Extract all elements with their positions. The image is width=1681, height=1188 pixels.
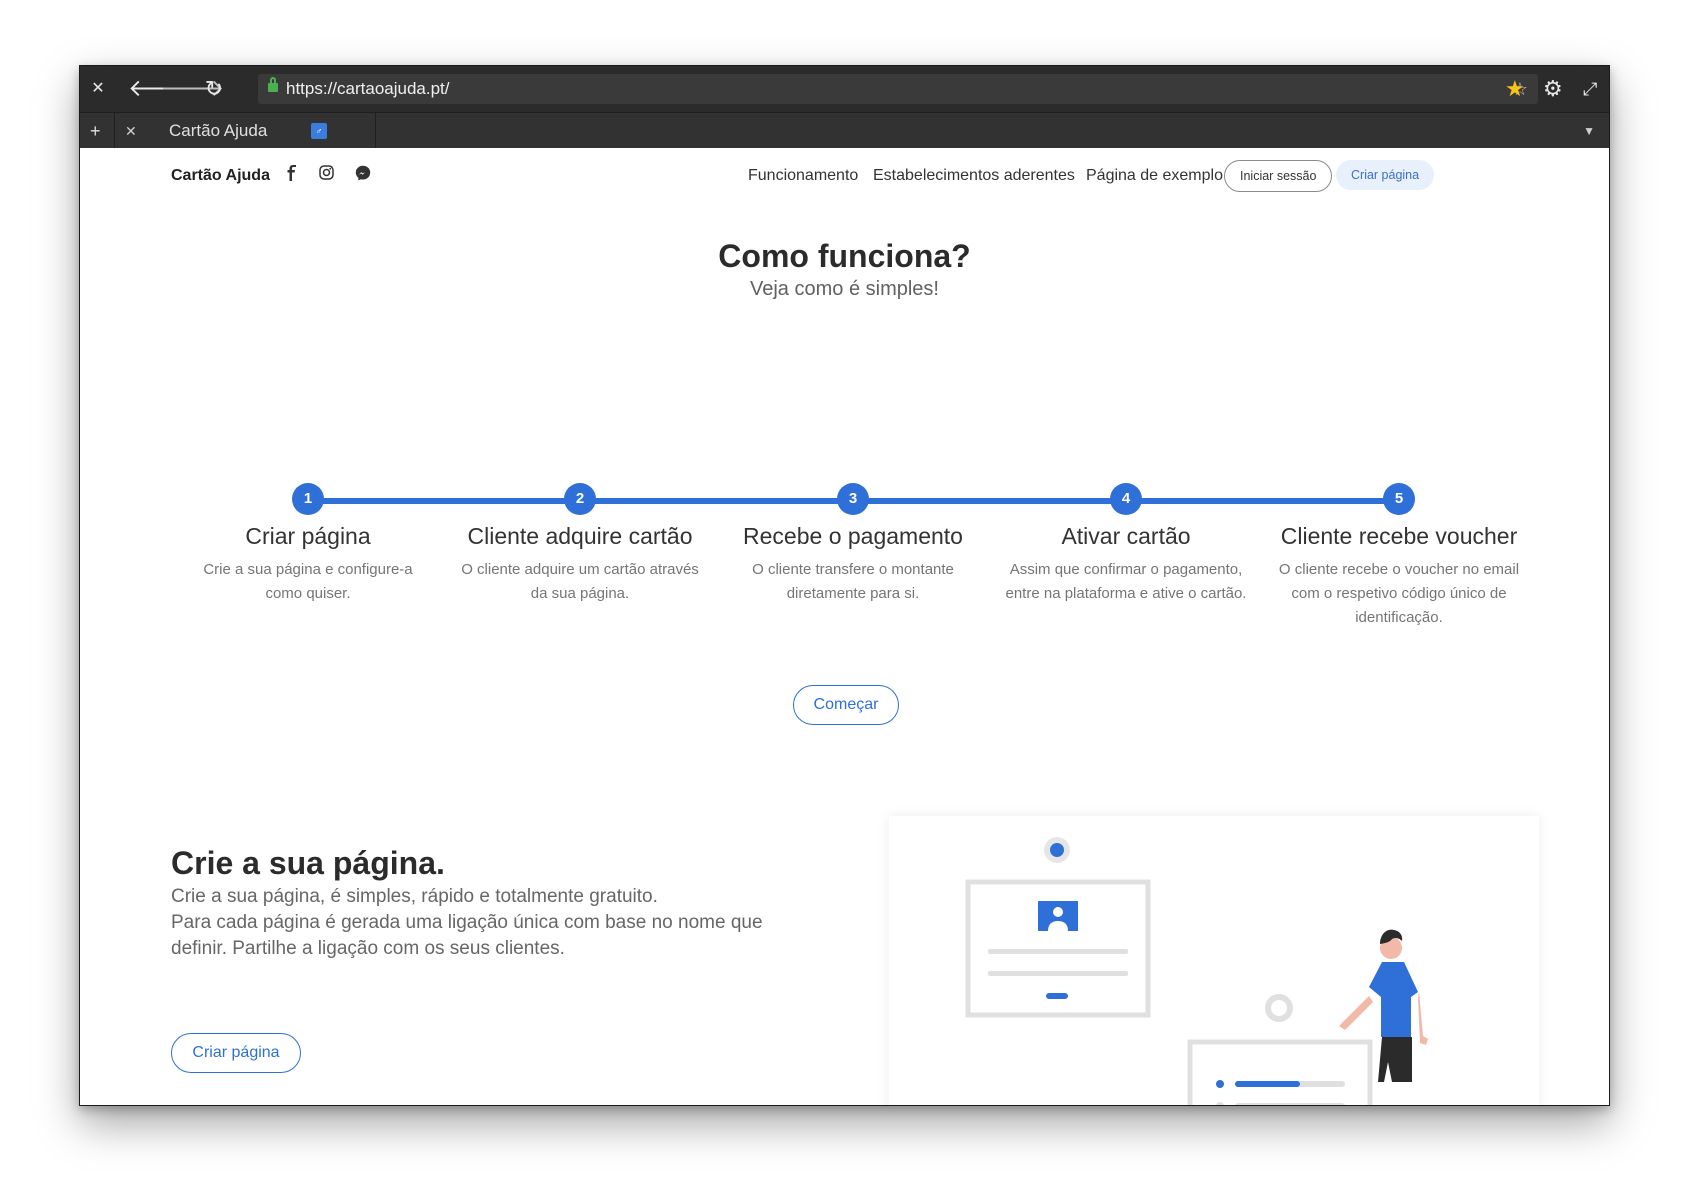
login-button[interactable]: Iniciar sessão <box>1224 160 1333 192</box>
reload-icon[interactable]: ↻ <box>200 66 228 112</box>
site-navbar: Cartão Ajuda Funcionamento Estabelecimen… <box>80 148 1609 204</box>
step-title: Ativar cartão <box>1061 523 1191 549</box>
hero-title: Crie a sua página. <box>171 845 445 881</box>
lock-icon <box>268 77 278 92</box>
step-title: Recebe o pagamento <box>743 523 963 549</box>
section-subtitle: Veja como é simples! <box>750 278 939 300</box>
forward-arrow-icon[interactable]: 🡒 <box>160 66 224 112</box>
step-description: O cliente recebe o voucher no email com … <box>1278 561 1520 626</box>
step-description: O cliente transfere o montante diretamen… <box>752 561 954 602</box>
hero-illustration <box>889 816 1539 1105</box>
tab-menu-chevron-icon[interactable]: ▼ <box>1583 113 1595 149</box>
close-window-icon[interactable]: ✕ <box>88 66 108 112</box>
settings-gear-icon[interactable]: ⚙ <box>1543 66 1563 112</box>
nav-link-estabelecimentos[interactable]: Estabelecimentos aderentes <box>873 148 1075 204</box>
browser-window: ✕ 🡐 🡒 ↻ https://cartaoajuda.pt/ ☆ ★ ⚙ ⤢ … <box>79 65 1610 1106</box>
step-description: O cliente adquire um cartão através da s… <box>461 561 699 602</box>
instagram-icon[interactable] <box>315 165 337 187</box>
step-4: 4 Ativar cartão Assim que confirmar o pa… <box>1001 483 1251 606</box>
nav-link-funcionamento[interactable]: Funcionamento <box>748 148 858 204</box>
hero-text-line-1: Crie a sua página, é simples, rápido e t… <box>171 886 658 907</box>
tab-title: Cartão Ajuda <box>169 121 268 140</box>
facebook-icon[interactable] <box>280 165 302 187</box>
step-title: Cliente recebe voucher <box>1280 523 1518 549</box>
tab-cartao-ajuda[interactable]: ✕ Cartão Ajuda ♂ <box>114 113 376 149</box>
close-tab-icon[interactable]: ✕ <box>125 113 137 149</box>
step-1: 1 Criar página Crie a sua página e confi… <box>183 483 433 606</box>
step-2: 2 Cliente adquire cartão O cliente adqui… <box>455 483 705 606</box>
messenger-icon[interactable] <box>352 165 374 187</box>
start-button[interactable]: Começar <box>793 685 899 725</box>
hero-text-line-2: Para cada página é gerada uma ligação ún… <box>171 912 763 959</box>
step-number-badge: 4 <box>1110 483 1142 515</box>
step-description: Assim que confirmar o pagamento, entre n… <box>1005 561 1247 602</box>
back-arrow-icon[interactable]: 🡐 <box>128 66 192 112</box>
step-number-badge: 2 <box>564 483 596 515</box>
browser-toolbar: ✕ 🡐 🡒 ↻ https://cartaoajuda.pt/ ☆ ★ ⚙ ⤢ <box>80 66 1609 112</box>
address-bar[interactable]: https://cartaoajuda.pt/ ☆ <box>258 74 1538 104</box>
url-text[interactable]: https://cartaoajuda.pt/ <box>286 74 450 104</box>
step-number-badge: 1 <box>292 483 324 515</box>
step-number-badge: 5 <box>1383 483 1415 515</box>
web-page: Cartão Ajuda Funcionamento Estabelecimen… <box>80 148 1609 1105</box>
step-title: Cliente adquire cartão <box>467 523 693 549</box>
nav-link-pagina-exemplo[interactable]: Página de exemplo <box>1086 148 1223 204</box>
create-page-button[interactable]: Criar página <box>171 1033 301 1073</box>
create-page-nav-button[interactable]: Criar página <box>1336 160 1435 190</box>
bookmarks-star-icon[interactable]: ★ <box>1505 66 1525 112</box>
favicon-icon: ♂ <box>311 123 327 139</box>
step-number-badge: 3 <box>837 483 869 515</box>
tab-bar: + ✕ Cartão Ajuda ♂ ▼ <box>80 112 1609 149</box>
brand-logo-text[interactable]: Cartão Ajuda <box>171 148 270 204</box>
fullscreen-icon[interactable]: ⤢ <box>1583 66 1597 112</box>
step-3: 3 Recebe o pagamento O cliente transfere… <box>728 483 978 606</box>
new-tab-icon[interactable]: + <box>90 113 101 149</box>
hero-text: Crie a sua página, é simples, rápido e t… <box>171 884 811 962</box>
section-title: Como funciona? <box>718 238 971 274</box>
step-title: Criar página <box>245 523 371 549</box>
step-5: 5 Cliente recebe voucher O cliente receb… <box>1274 483 1524 630</box>
step-description: Crie a sua página e configure-a como qui… <box>203 561 413 602</box>
